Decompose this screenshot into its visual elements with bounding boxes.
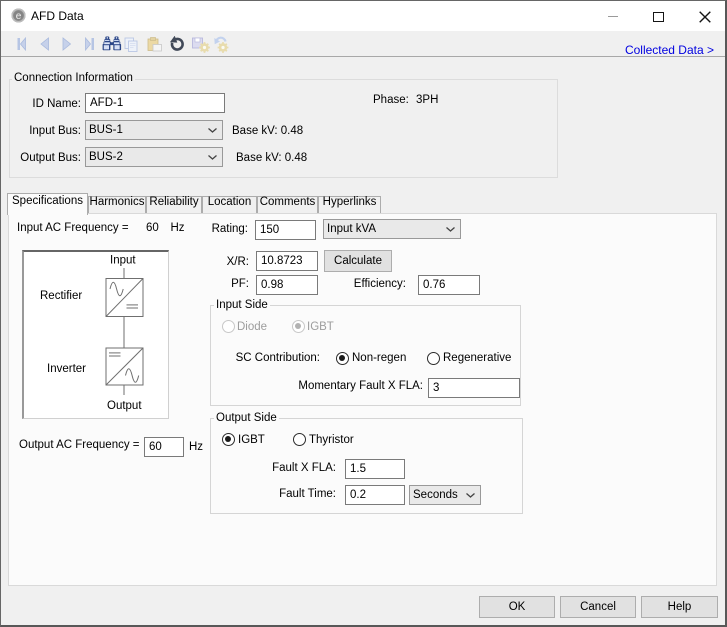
svg-text:Input: Input bbox=[110, 255, 136, 267]
svg-text:Inverter: Inverter bbox=[47, 363, 86, 375]
svg-text:e: e bbox=[16, 11, 22, 22]
svg-text:Output: Output bbox=[107, 400, 142, 412]
svg-text:Rectifier: Rectifier bbox=[40, 290, 82, 302]
